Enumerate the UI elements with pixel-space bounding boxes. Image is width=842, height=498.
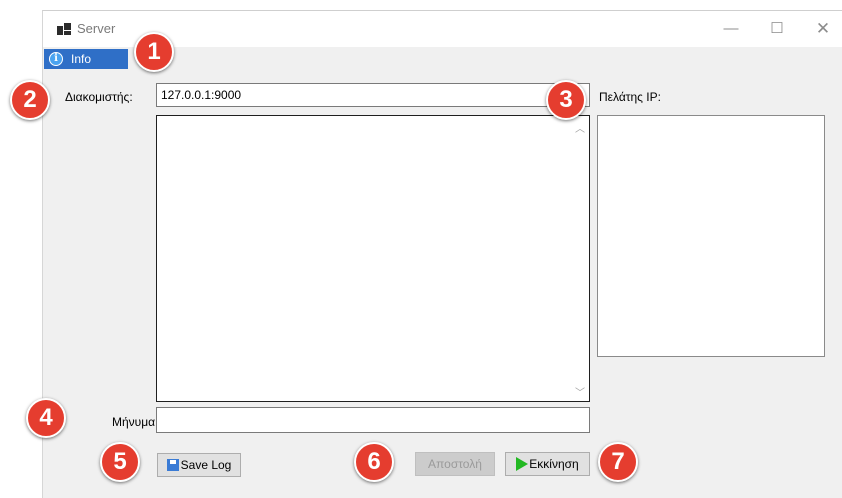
callout-badge: 3 — [546, 80, 586, 120]
client-ip-label: Πελάτης IP: — [599, 90, 661, 104]
server-address-input[interactable]: 127.0.0.1:9000 — [156, 83, 590, 107]
callout-badge: 2 — [10, 80, 50, 120]
info-menu-label: Info — [71, 52, 92, 66]
callout-badge: 7 — [598, 442, 638, 482]
callout-badge: 5 — [100, 442, 140, 482]
save-log-button[interactable]: Save Log — [157, 453, 241, 477]
message-label: Μήνυμα: — [112, 415, 159, 429]
server-window: Server — ☐ ✕ i Info Διακομιστής: 127.0.0… — [42, 10, 842, 498]
save-icon — [166, 459, 179, 471]
message-input[interactable] — [156, 407, 590, 433]
minimize-button[interactable]: — — [711, 15, 751, 43]
start-label: Εκκίνηση — [529, 457, 579, 471]
callout-badge: 6 — [354, 442, 394, 482]
log-scrollbar[interactable]: ︿ ﹀ — [572, 116, 589, 401]
info-menu-item[interactable]: i Info — [44, 49, 128, 69]
maximize-button[interactable]: ☐ — [757, 15, 797, 43]
server-label: Διακομιστής: — [65, 90, 133, 104]
client-ip-list[interactable] — [597, 115, 825, 357]
scroll-down-icon[interactable]: ﹀ — [575, 384, 585, 399]
scroll-up-icon[interactable]: ︿ — [575, 120, 585, 135]
app-icon — [57, 23, 71, 35]
send-button[interactable]: Αποστολή — [415, 452, 495, 476]
save-log-label: Save Log — [180, 458, 232, 472]
play-icon — [516, 457, 529, 471]
callout-badge: 1 — [134, 32, 174, 72]
info-icon: i — [49, 52, 63, 66]
window-title: Server — [77, 21, 116, 36]
start-button[interactable]: Εκκίνηση — [505, 452, 590, 476]
log-textarea[interactable]: ︿ ﹀ — [156, 115, 590, 402]
close-button[interactable]: ✕ — [803, 15, 842, 43]
callout-badge: 4 — [26, 398, 66, 438]
